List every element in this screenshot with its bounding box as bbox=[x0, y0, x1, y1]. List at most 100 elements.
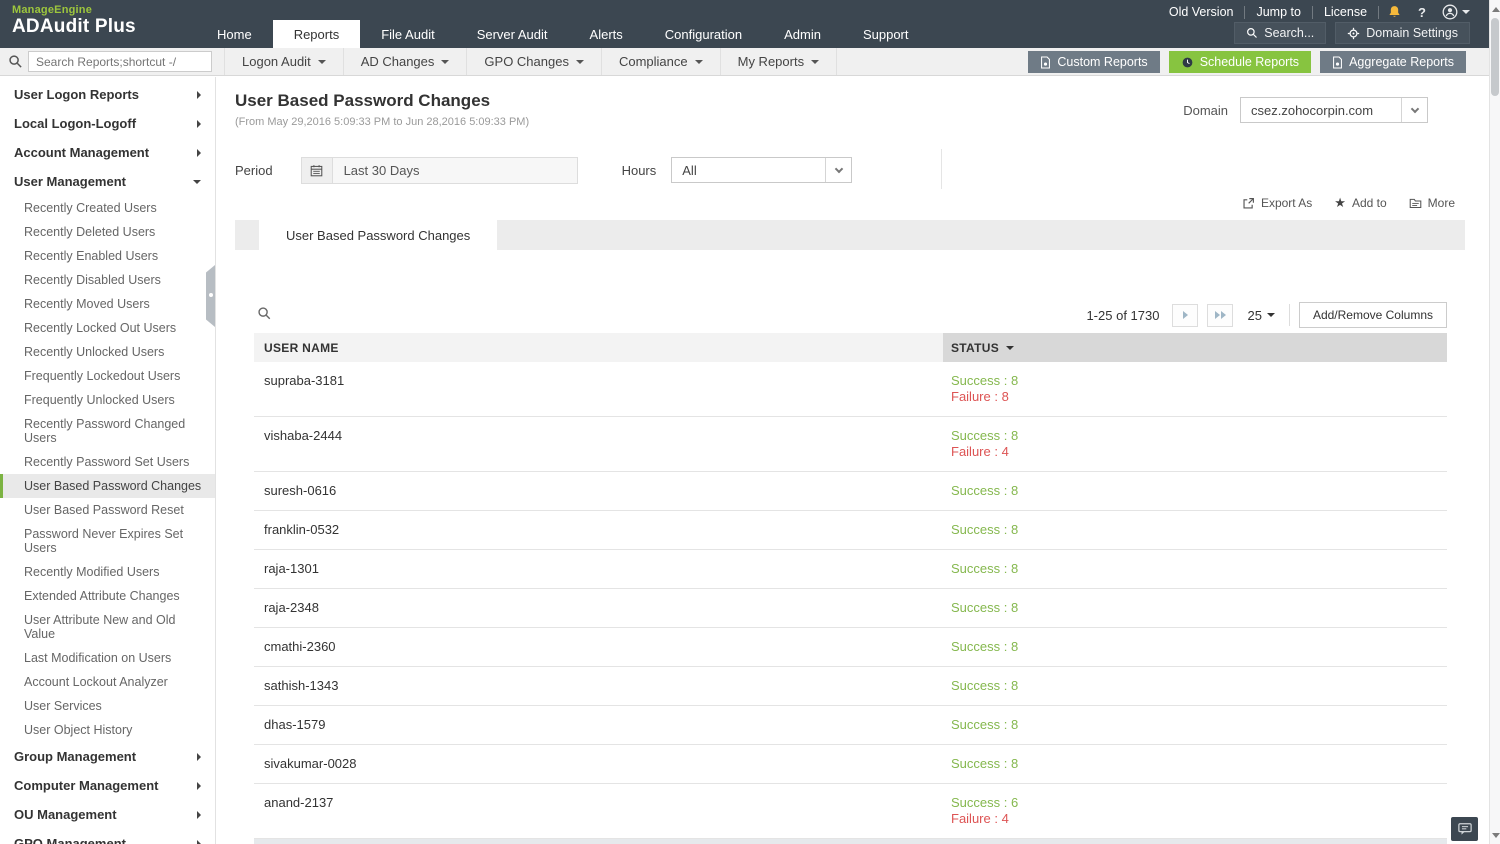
sidebar-group-gpo-management[interactable]: GPO Management bbox=[0, 829, 215, 844]
clock-icon bbox=[1182, 57, 1193, 67]
sidebar-item-frequently-lockedout-users[interactable]: Frequently Lockedout Users bbox=[0, 364, 215, 388]
sidebar-item-password-never-expires-set-users[interactable]: Password Never Expires Set Users bbox=[0, 522, 215, 560]
column-header-status[interactable]: STATUS bbox=[943, 333, 1447, 362]
last-page-button[interactable] bbox=[1207, 303, 1234, 327]
sidebar-item-recently-moved-users[interactable]: Recently Moved Users bbox=[0, 292, 215, 316]
sidebar-item-recently-modified-users[interactable]: Recently Modified Users bbox=[0, 560, 215, 584]
chevron-down-icon bbox=[193, 179, 201, 184]
sidebar-group-user-logon-reports[interactable]: User Logon Reports bbox=[0, 80, 215, 109]
schedule-reports-button[interactable]: Schedule Reports bbox=[1168, 51, 1312, 73]
add-to-button[interactable]: ★ Add to bbox=[1334, 196, 1386, 210]
pagination-range: 1-25 of 1730 bbox=[1086, 307, 1160, 323]
custom-reports-button[interactable]: Custom Reports bbox=[1028, 51, 1160, 73]
nav-home[interactable]: Home bbox=[196, 20, 273, 48]
sidebar-group-computer-management[interactable]: Computer Management bbox=[0, 771, 215, 800]
status-cell: Success : 8 bbox=[943, 628, 1447, 666]
table-search-icon[interactable] bbox=[257, 306, 272, 326]
user-name-cell: raja-1301 bbox=[264, 561, 319, 576]
caret-down-icon bbox=[317, 59, 326, 64]
nav-reports[interactable]: Reports bbox=[272, 20, 361, 48]
tab-user-based-password-changes[interactable]: User Based Password Changes bbox=[259, 220, 498, 250]
chevron-down-icon[interactable] bbox=[825, 158, 851, 182]
table-row[interactable]: raja-1301 Success : 8 bbox=[254, 550, 1447, 589]
vertical-scrollbar[interactable] bbox=[1489, 0, 1500, 844]
feedback-chat-button[interactable] bbox=[1451, 817, 1478, 841]
sidebar-group-user-management[interactable]: User Management bbox=[0, 167, 215, 196]
next-page-button[interactable] bbox=[1172, 303, 1199, 327]
help-icon[interactable]: ? bbox=[1410, 5, 1434, 20]
chevron-right-icon bbox=[197, 810, 201, 819]
reports-search-input[interactable] bbox=[28, 51, 212, 72]
success-count: Success : 8 bbox=[951, 522, 1019, 537]
global-search-button[interactable]: Search... bbox=[1234, 22, 1327, 44]
hours-select[interactable]: All bbox=[671, 157, 853, 183]
utility-links: Old Version Jump to License ? bbox=[1158, 0, 1478, 24]
nav-configuration[interactable]: Configuration bbox=[644, 20, 763, 48]
nav-alerts[interactable]: Alerts bbox=[569, 20, 644, 48]
license-link[interactable]: License bbox=[1313, 5, 1380, 19]
sidebar-item-recently-enabled-users[interactable]: Recently Enabled Users bbox=[0, 244, 215, 268]
sidebar-item-recently-deleted-users[interactable]: Recently Deleted Users bbox=[0, 220, 215, 244]
table-row[interactable]: suresh-0616 Success : 8 bbox=[254, 472, 1447, 511]
user-account-icon[interactable] bbox=[1434, 4, 1478, 20]
old-version-link[interactable]: Old Version bbox=[1158, 5, 1246, 19]
sidebar-item-extended-attribute-changes[interactable]: Extended Attribute Changes bbox=[0, 584, 215, 608]
sidebar-group-ou-management[interactable]: OU Management bbox=[0, 800, 215, 829]
sidebar-item-recently-disabled-users[interactable]: Recently Disabled Users bbox=[0, 268, 215, 292]
menu-logon-audit[interactable]: Logon Audit bbox=[224, 48, 344, 75]
sidebar-item-recently-unlocked-users[interactable]: Recently Unlocked Users bbox=[0, 340, 215, 364]
nav-file-audit[interactable]: File Audit bbox=[360, 20, 455, 48]
table-row[interactable]: supraba-3181 Success : 8 Failure : 8 bbox=[254, 362, 1447, 417]
page-size-select[interactable]: 25 bbox=[1247, 308, 1275, 323]
sidebar-item-user-services[interactable]: User Services bbox=[0, 694, 215, 718]
sidebar-item-last-modification-on-users[interactable]: Last Modification on Users bbox=[0, 646, 215, 670]
sidebar-item-account-lockout-analyzer[interactable]: Account Lockout Analyzer bbox=[0, 670, 215, 694]
chevron-down-icon[interactable] bbox=[1401, 98, 1427, 122]
table-row[interactable]: anand-2137 Success : 6 Failure : 4 bbox=[254, 784, 1447, 839]
aggregate-reports-button[interactable]: Aggregate Reports bbox=[1320, 51, 1466, 73]
sidebar-group-group-management[interactable]: Group Management bbox=[0, 742, 215, 771]
sidebar-item-recently-locked-out-users[interactable]: Recently Locked Out Users bbox=[0, 316, 215, 340]
calendar-icon[interactable] bbox=[301, 157, 333, 183]
export-as-button[interactable]: Export As bbox=[1242, 196, 1312, 210]
sidebar-item-user-object-history[interactable]: User Object History bbox=[0, 718, 215, 742]
table-row[interactable]: sivakumar-0028 Success : 8 bbox=[254, 745, 1447, 784]
table-row[interactable]: vishaba-2444 Success : 8 Failure : 4 bbox=[254, 417, 1447, 472]
sidebar-item-recently-password-set-users[interactable]: Recently Password Set Users bbox=[0, 450, 215, 474]
sidebar-group-local-logon-logoff[interactable]: Local Logon-Logoff bbox=[0, 109, 215, 138]
table-row[interactable]: raja-2348 Success : 8 bbox=[254, 589, 1447, 628]
sidebar-item-recently-password-changed-users[interactable]: Recently Password Changed Users bbox=[0, 412, 215, 450]
notification-bell-icon[interactable] bbox=[1379, 5, 1410, 20]
jump-to-link[interactable]: Jump to bbox=[1245, 5, 1313, 19]
menu-gpo-changes[interactable]: GPO Changes bbox=[467, 48, 602, 75]
table-row[interactable]: sathish-1343 Success : 8 bbox=[254, 667, 1447, 706]
sidebar-item-user-based-password-changes[interactable]: User Based Password Changes bbox=[0, 474, 215, 498]
scroll-up-arrow[interactable] bbox=[1490, 2, 1500, 16]
table-row[interactable]: franklin-0532 Success : 8 bbox=[254, 511, 1447, 550]
menu-my-reports[interactable]: My Reports bbox=[721, 48, 838, 75]
sidebar-item-frequently-unlocked-users[interactable]: Frequently Unlocked Users bbox=[0, 388, 215, 412]
nav-admin[interactable]: Admin bbox=[763, 20, 842, 48]
gear-icon bbox=[1348, 27, 1360, 39]
menu-compliance[interactable]: Compliance bbox=[602, 48, 721, 75]
nav-server-audit[interactable]: Server Audit bbox=[456, 20, 569, 48]
add-remove-columns-button[interactable]: Add/Remove Columns bbox=[1298, 302, 1447, 328]
table-row[interactable]: cmathi-2360 Success : 8 bbox=[254, 628, 1447, 667]
sidebar-item-recently-created-users[interactable]: Recently Created Users bbox=[0, 196, 215, 220]
nav-support[interactable]: Support bbox=[842, 20, 930, 48]
table-row[interactable]: dhas-1579 Success : 8 bbox=[254, 706, 1447, 745]
sidebar-item-user-based-password-reset[interactable]: User Based Password Reset bbox=[0, 498, 215, 522]
scroll-down-arrow[interactable] bbox=[1490, 828, 1500, 842]
sidebar-group-account-management[interactable]: Account Management bbox=[0, 138, 215, 167]
menu-ad-changes[interactable]: AD Changes bbox=[344, 48, 468, 75]
column-header-user-name[interactable]: USER NAME bbox=[254, 333, 943, 362]
sidebar-collapse-handle[interactable] bbox=[206, 265, 215, 327]
scrollbar-thumb[interactable] bbox=[1491, 18, 1499, 96]
success-count: Success : 8 bbox=[951, 678, 1019, 693]
more-button[interactable]: More bbox=[1409, 196, 1455, 210]
domain-select[interactable]: csez.zohocorpin.com bbox=[1240, 97, 1428, 123]
hours-value: All bbox=[682, 162, 697, 178]
domain-settings-button[interactable]: Domain Settings bbox=[1335, 22, 1470, 44]
sidebar-item-user-attribute-new-and-old-value[interactable]: User Attribute New and Old Value bbox=[0, 608, 215, 646]
period-field[interactable]: Last 30 Days bbox=[300, 156, 578, 184]
